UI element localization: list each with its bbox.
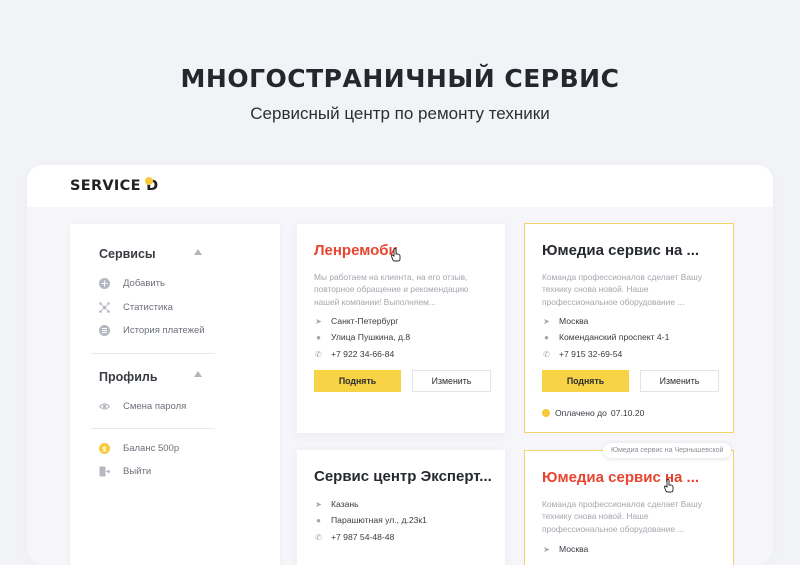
sidebar-item-label: Статистика <box>123 301 173 313</box>
card-phone: ✆ +7 922 34-66-84 <box>314 348 394 360</box>
hand-cursor-icon <box>391 248 401 262</box>
address-text: Улица Пушкина, д.8 <box>331 332 411 342</box>
sidebar-item-add[interactable]: Добавить <box>99 275 165 291</box>
card-description: Команда профессионалов сделает Вашу техн… <box>542 499 702 534</box>
chevron-up-icon[interactable] <box>194 249 202 255</box>
paid-date: 07.10.20 <box>610 408 645 418</box>
list-circle-icon <box>99 324 110 336</box>
sidebar-item-logout[interactable]: Выйти <box>99 463 151 479</box>
sidebar-item-label: Добавить <box>123 277 165 289</box>
sidebar-item-label: Баланс 500р <box>123 442 180 454</box>
card-address: ● Парашютная ул., д.23к1 <box>314 514 427 526</box>
card-description: Мы работаем на клиента, на его отзыв, по… <box>314 272 469 307</box>
svg-text:$: $ <box>102 444 107 453</box>
phone-text: +7 915 32-69-54 <box>559 349 623 359</box>
card-title[interactable]: Ленремоби <box>314 242 504 259</box>
card-phone: ✆ +7 915 32-69-54 <box>542 348 622 360</box>
raise-button[interactable]: Поднять <box>542 370 629 392</box>
map-pin-icon: ● <box>316 515 321 525</box>
hand-cursor-icon <box>664 479 674 493</box>
location-arrow-icon: ➤ <box>543 316 550 326</box>
phone-icon: ✆ <box>315 349 322 359</box>
phone-text: +7 987 54-48-48 <box>331 532 395 542</box>
card-title[interactable]: Сервис центр Эксперт... <box>314 468 504 485</box>
card-address: ● Улица Пушкина, д.8 <box>314 331 410 343</box>
app-window: SERVICE D Сервисы Добавить Статистика Ис… <box>27 165 773 565</box>
sidebar-item-balance[interactable]: $ Баланс 500р <box>99 440 179 456</box>
card-phone: ✆ +7 987 54-48-48 <box>314 531 394 543</box>
eye-icon <box>98 401 111 412</box>
sidebar-item-label: История платежей <box>123 324 205 336</box>
location-arrow-icon: ➤ <box>315 499 322 509</box>
network-icon <box>99 301 110 313</box>
hero-subtitle: Сервисный центр по ремонту техники <box>250 104 550 123</box>
sidebar: Сервисы Добавить Статистика История плат… <box>70 224 280 565</box>
logo-dot-icon <box>145 177 153 185</box>
logout-icon <box>99 466 111 477</box>
card-city: ➤ Москва <box>542 315 588 327</box>
phone-icon: ✆ <box>543 349 550 359</box>
card-city: ➤ Москва <box>542 543 588 555</box>
card-address: ● Комендaнский проспект 4-1 <box>542 331 669 343</box>
map-pin-icon: ● <box>544 332 549 342</box>
paid-status: Оплачено до 07.10.20 <box>542 408 644 418</box>
chevron-up-icon[interactable] <box>194 371 202 377</box>
title-tooltip: Юмедиа сервис на Чернышевской <box>603 443 732 458</box>
divider <box>91 353 215 354</box>
hero-title: МНОГОСТРАНИЧНЫЙ СЕРВИС <box>180 64 620 93</box>
plus-circle-icon <box>99 277 110 289</box>
card-title[interactable]: Юмедиа сервис на ... <box>542 469 732 486</box>
edit-button[interactable]: Изменить <box>412 370 491 392</box>
map-pin-icon: ● <box>316 332 321 342</box>
location-arrow-icon: ➤ <box>543 544 550 554</box>
top-bar: SERVICE D <box>27 165 773 207</box>
sidebar-item-change-password[interactable]: Смена пароля <box>98 398 187 414</box>
card-city: ➤ Санкт-Петербург <box>314 315 398 327</box>
sidebar-heading-services[interactable]: Сервисы <box>99 247 156 261</box>
city-text: Москва <box>559 316 589 326</box>
phone-icon: ✆ <box>315 532 322 542</box>
address-text: Парашютная ул., д.23к1 <box>331 515 427 525</box>
sidebar-item-label: Смена пароля <box>123 400 187 412</box>
sidebar-item-statistics[interactable]: Статистика <box>99 299 173 315</box>
divider <box>91 428 215 429</box>
card-city: ➤ Казань <box>314 498 359 510</box>
phone-text: +7 922 34-66-84 <box>331 349 395 359</box>
paid-label: Оплачено до <box>555 408 607 418</box>
raise-button[interactable]: Поднять <box>314 370 401 392</box>
sidebar-item-label: Выйти <box>123 465 152 477</box>
location-arrow-icon: ➤ <box>315 316 322 326</box>
coin-icon: $ <box>99 442 110 454</box>
address-text: Комендaнский проспект 4-1 <box>559 332 670 342</box>
city-text: Казань <box>331 499 359 509</box>
edit-button[interactable]: Изменить <box>640 370 719 392</box>
sidebar-heading-profile[interactable]: Профиль <box>99 370 158 384</box>
sidebar-item-payment-history[interactable]: История платежей <box>99 322 205 338</box>
card-description: Команда профессионалов сделает Вашу техн… <box>542 272 702 307</box>
service-card-featured: Юмедиа сервис на ... Команда профессиона… <box>524 223 734 433</box>
city-text: Санкт-Петербург <box>331 316 399 326</box>
city-text: Москва <box>559 544 589 554</box>
status-dot-icon <box>542 409 550 417</box>
card-title[interactable]: Юмедиа сервис на ... <box>542 242 732 259</box>
service-card: Ленремоби Мы работаем на клиента, на его… <box>297 224 505 433</box>
